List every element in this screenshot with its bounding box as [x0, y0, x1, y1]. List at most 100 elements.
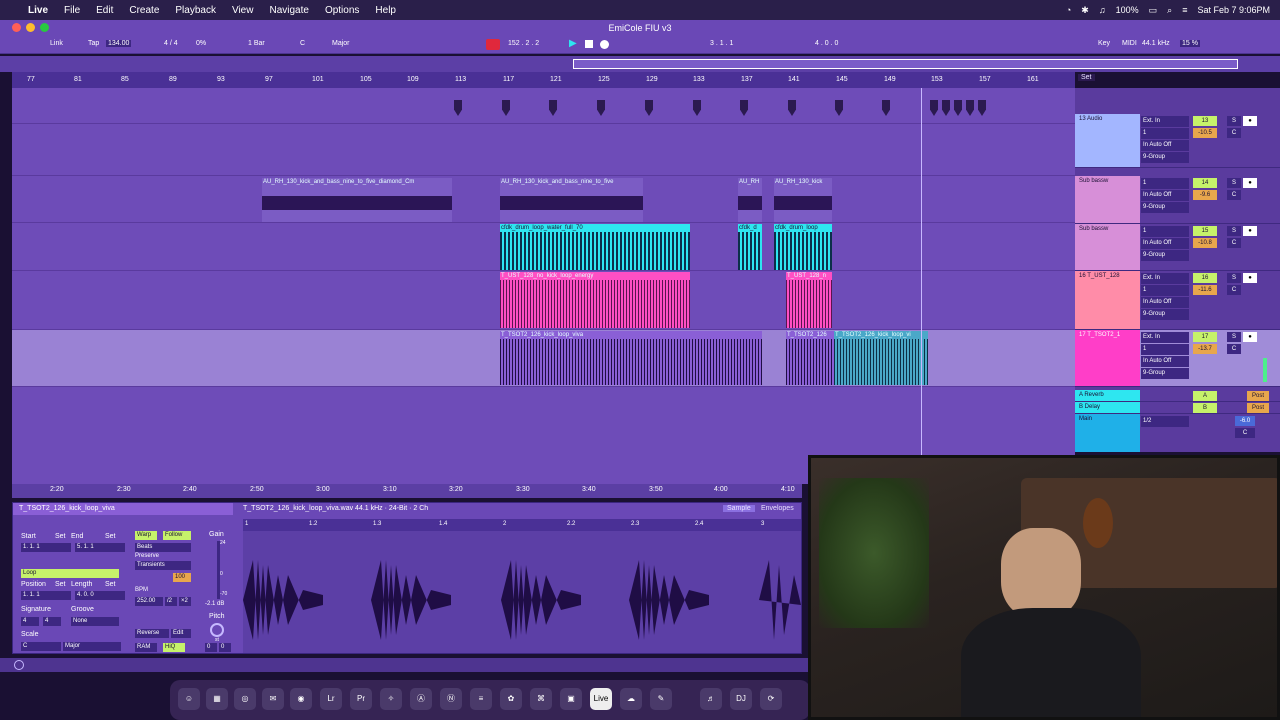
track-lane[interactable]: T_UST_128_no_kick_loop_energy T_UST_128_…: [12, 271, 1075, 330]
input-channel-select[interactable]: 1: [1141, 344, 1189, 355]
return-activator[interactable]: A: [1193, 391, 1217, 401]
arrangement-record-button[interactable]: [486, 39, 500, 50]
menu-live[interactable]: Live: [28, 5, 48, 16]
solo-button[interactable]: S: [1227, 178, 1241, 188]
zoom-window-icon[interactable]: [40, 23, 49, 32]
song-position[interactable]: 152 . 2 . 2: [508, 40, 539, 47]
menu-create[interactable]: Create: [129, 5, 159, 16]
sample-editor[interactable]: 1 1.2 1.3 1.4 2 2.2 2.3 2.4 3: [243, 519, 801, 653]
scale-key-select[interactable]: C: [21, 642, 61, 651]
return-track[interactable]: B Delay B Post: [1075, 402, 1280, 414]
track-name[interactable]: Sub bassw: [1075, 224, 1140, 270]
play-icon[interactable]: ▶: [569, 38, 577, 49]
follow-toggle[interactable]: Follow: [163, 531, 191, 540]
sample-beat-ruler[interactable]: 1 1.2 1.3 1.4 2 2.2 2.3 2.4 3: [243, 519, 801, 531]
return-name[interactable]: B Delay: [1075, 402, 1140, 413]
monitor-buttons[interactable]: In Auto Off: [1141, 190, 1189, 201]
audio-clip[interactable]: cfdk_drum_loop_water_full_70: [500, 224, 690, 270]
track-pan[interactable]: C: [1227, 344, 1241, 354]
track-header[interactable]: Sub bassw 1 In Auto Off 9-Group 15 -10.8…: [1075, 224, 1280, 271]
gain-value[interactable]: -2.1 dB: [205, 601, 224, 607]
minimize-window-icon[interactable]: [26, 23, 35, 32]
track-pan[interactable]: C: [1227, 128, 1241, 138]
groove-percent[interactable]: 0%: [196, 40, 206, 47]
track-pan[interactable]: C: [1227, 285, 1241, 295]
track-lane-selected[interactable]: T_TSOT2_126_kick_loop_viva T_TSOT2_126 T…: [12, 330, 1075, 387]
double-tempo-button[interactable]: ×2: [179, 597, 191, 606]
track-volume[interactable]: -13.7: [1193, 344, 1217, 354]
key-map-button[interactable]: Key: [1098, 40, 1110, 47]
arrangement-view[interactable]: AU_RH_130_kick_and_bass_nine_to_five_dia…: [12, 88, 1075, 484]
input-type-select[interactable]: 1: [1141, 226, 1189, 237]
length-field[interactable]: 4. 0. 0: [75, 591, 125, 600]
menu-playback[interactable]: Playback: [175, 5, 216, 16]
dock-item-terminal[interactable]: ▣: [560, 688, 582, 710]
track-name[interactable]: 13 Audio: [1075, 114, 1140, 167]
beat-ruler[interactable]: 77 81 85 89 93 97 101 105 109 113 117 12…: [12, 72, 1075, 88]
menu-view[interactable]: View: [232, 5, 254, 16]
sample-tab[interactable]: Sample: [723, 505, 755, 512]
dock-item-obs[interactable]: ◉: [290, 688, 312, 710]
stop-icon[interactable]: [585, 40, 593, 48]
solo-button[interactable]: S: [1227, 332, 1241, 342]
track-volume[interactable]: -10.5: [1193, 128, 1217, 138]
track-activator[interactable]: 14: [1193, 178, 1217, 188]
tempo-field[interactable]: 134.00: [106, 40, 132, 47]
track-header[interactable]: Sub bassw 1 In Auto Off 9-Group 14 -9.6 …: [1075, 176, 1280, 224]
close-window-icon[interactable]: [12, 23, 21, 32]
groove-select[interactable]: None: [71, 617, 119, 626]
menu-options[interactable]: Options: [325, 5, 359, 16]
return-name[interactable]: A Reverb: [1075, 390, 1140, 401]
main-name[interactable]: Main: [1075, 414, 1140, 452]
track-lane[interactable]: AU_RH_130_kick_and_bass_nine_to_five_dia…: [12, 176, 1075, 223]
monitor-buttons[interactable]: In Auto Off: [1141, 356, 1189, 367]
dock-item-premiere[interactable]: Pr: [350, 688, 372, 710]
locator-set-button[interactable]: Set: [1078, 74, 1095, 81]
main-volume[interactable]: -6.0: [1235, 416, 1255, 426]
dock-item-cloud[interactable]: ☁: [620, 688, 642, 710]
search-icon[interactable]: ⌕: [1167, 5, 1172, 16]
battery-icon[interactable]: ▭: [1149, 5, 1158, 16]
dock-item-ableton-live[interactable]: Live: [590, 688, 612, 710]
main-ratio[interactable]: 1/2: [1141, 416, 1189, 427]
arrangement-overview[interactable]: [0, 56, 1280, 72]
audio-clip[interactable]: cfdk_drum_loop: [774, 224, 832, 270]
loop-length-field[interactable]: 4 . 0 . 0: [815, 40, 838, 47]
dock-item-pen[interactable]: ✎: [650, 688, 672, 710]
input-type-select[interactable]: Ext. In: [1141, 273, 1189, 284]
envelope-percent[interactable]: 100: [173, 573, 191, 582]
tap-button[interactable]: Tap: [88, 40, 99, 47]
monitor-buttons[interactable]: In Auto Off: [1141, 140, 1189, 151]
return-track[interactable]: A Reverb A Post: [1075, 390, 1280, 402]
output-select[interactable]: 9-Group: [1141, 309, 1189, 320]
dock-item-compass[interactable]: ✧: [380, 688, 402, 710]
solo-button[interactable]: S: [1227, 273, 1241, 283]
dock-item-chatgpt[interactable]: ✿: [500, 688, 522, 710]
menu-edit[interactable]: Edit: [96, 5, 113, 16]
input-type-select[interactable]: Ext. In: [1141, 116, 1189, 127]
scale-mode-select[interactable]: Major: [63, 642, 121, 651]
dock-item-dj[interactable]: DJ: [730, 688, 752, 710]
ram-button[interactable]: RAM: [135, 643, 157, 652]
arm-button[interactable]: ●: [1243, 226, 1257, 236]
arm-button[interactable]: ●: [1243, 178, 1257, 188]
track-volume[interactable]: -9.6: [1193, 190, 1217, 200]
warp-toggle[interactable]: Warp: [135, 531, 157, 540]
overview-viewport[interactable]: [573, 59, 1238, 69]
post-button[interactable]: Post: [1247, 403, 1269, 413]
quantize-menu[interactable]: 1 Bar: [248, 40, 265, 47]
input-type-select[interactable]: Ext. In: [1141, 332, 1189, 343]
dock-item-launchpad[interactable]: ▦: [206, 688, 228, 710]
track-volume[interactable]: -11.6: [1193, 285, 1217, 295]
return-activator[interactable]: B: [1193, 403, 1217, 413]
preserve-select[interactable]: Transients: [135, 561, 191, 570]
half-tempo-button[interactable]: /2: [165, 597, 177, 606]
track-pan[interactable]: C: [1227, 190, 1241, 200]
time-ruler[interactable]: 2:20 2:30 2:40 2:50 3:00 3:10 3:20 3:30 …: [12, 484, 802, 498]
dock-item-sync[interactable]: ⟳: [760, 688, 782, 710]
audio-clip[interactable]: T_TSOT2_126: [786, 331, 834, 385]
track-header[interactable]: 16 T_UST_128 Ext. In 1 In Auto Off 9-Gro…: [1075, 271, 1280, 330]
dock-item-lightroom[interactable]: Lr: [320, 688, 342, 710]
monitor-buttons[interactable]: In Auto Off: [1141, 238, 1189, 249]
scale-select[interactable]: Major: [332, 40, 350, 47]
